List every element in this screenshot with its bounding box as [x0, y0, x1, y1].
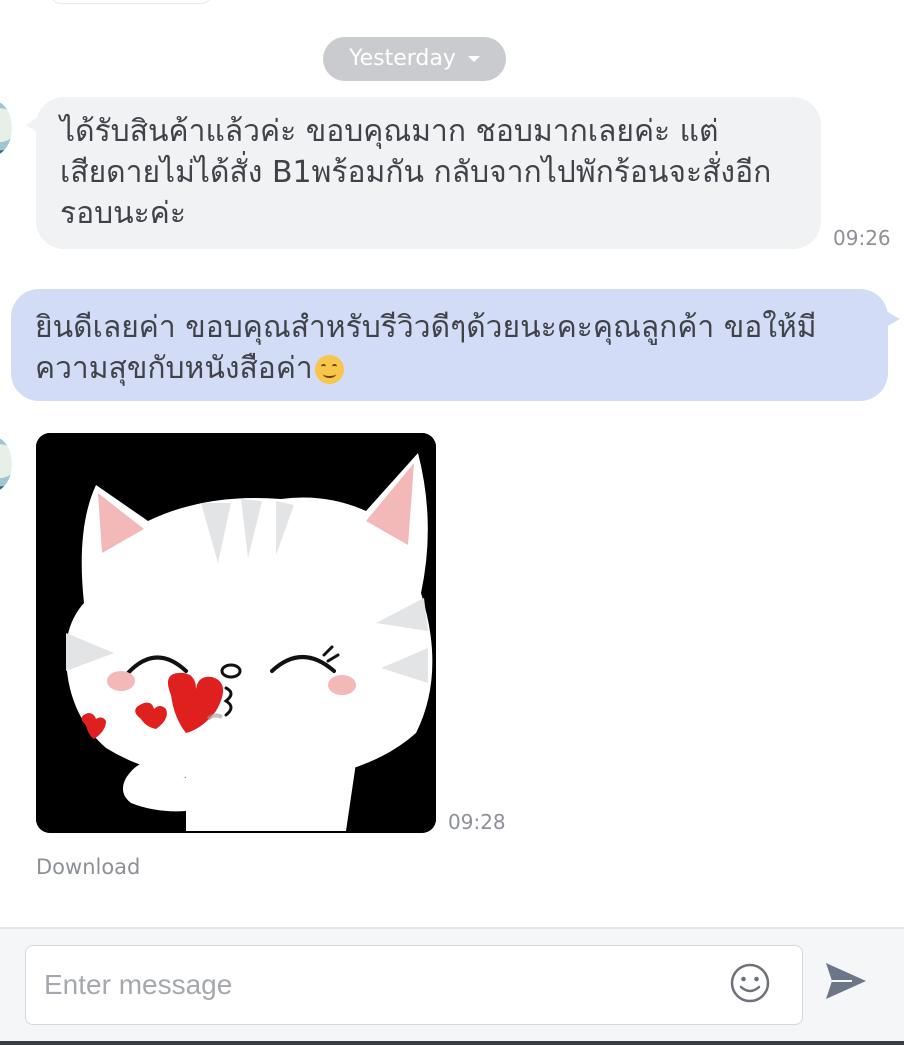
- send-button[interactable]: [822, 957, 870, 1005]
- system-navigation-bar: [0, 1041, 904, 1045]
- contact-avatar[interactable]: [0, 100, 12, 156]
- bubble-tail: [886, 311, 900, 327]
- message-text-line: ความสุขกับหนังสือค่า: [35, 351, 313, 386]
- message-timestamp: 09:26: [833, 226, 891, 250]
- outgoing-message-bubble[interactable]: ยินดีเลยค่า ขอบคุณสำหรับรีวิวดีๆด้วยนะคะ…: [11, 289, 900, 401]
- previous-message-bubble-edge: [48, 0, 214, 4]
- download-link[interactable]: Download: [36, 855, 140, 879]
- message-text-line: รอบนะค่ะ: [60, 196, 186, 231]
- message-input[interactable]: [25, 945, 803, 1025]
- message-timestamp: 09:28: [448, 810, 506, 834]
- bubble-tail: [26, 117, 38, 133]
- contact-avatar[interactable]: [0, 436, 12, 492]
- incoming-message-bubble[interactable]: ได้รับสินค้าแล้วค่ะ ขอบคุณมาก ชอบมากเลยค…: [26, 97, 821, 249]
- caret-down-icon: [467, 56, 480, 62]
- message-text-line: เสียดายไม่ได้สั่ง B1พร้อมกัน กลับจากไปพั…: [60, 155, 772, 190]
- date-separator-label: Yesterday: [349, 46, 456, 71]
- cat-sticker-image[interactable]: [36, 433, 436, 833]
- chat-area[interactable]: Yesterday ได้รับสินค้าแล้วค่ะ ขอบคุณมาก …: [0, 0, 904, 927]
- smiley-face-icon: [730, 963, 770, 1003]
- emoji-picker-button[interactable]: [728, 961, 772, 1005]
- white-cat-sticker-illustration: [36, 433, 436, 833]
- date-separator-dropdown[interactable]: Yesterday: [323, 37, 506, 81]
- send-arrow-icon: [826, 963, 866, 999]
- message-text-line: ยินดีเลยค่า ขอบคุณสำหรับรีวิวดีๆด้วยนะคะ…: [35, 310, 817, 345]
- message-text-line: ได้รับสินค้าแล้วค่ะ ขอบคุณมาก ชอบมากเลยค…: [60, 114, 719, 149]
- smiling-face-emoji-icon: [314, 355, 344, 384]
